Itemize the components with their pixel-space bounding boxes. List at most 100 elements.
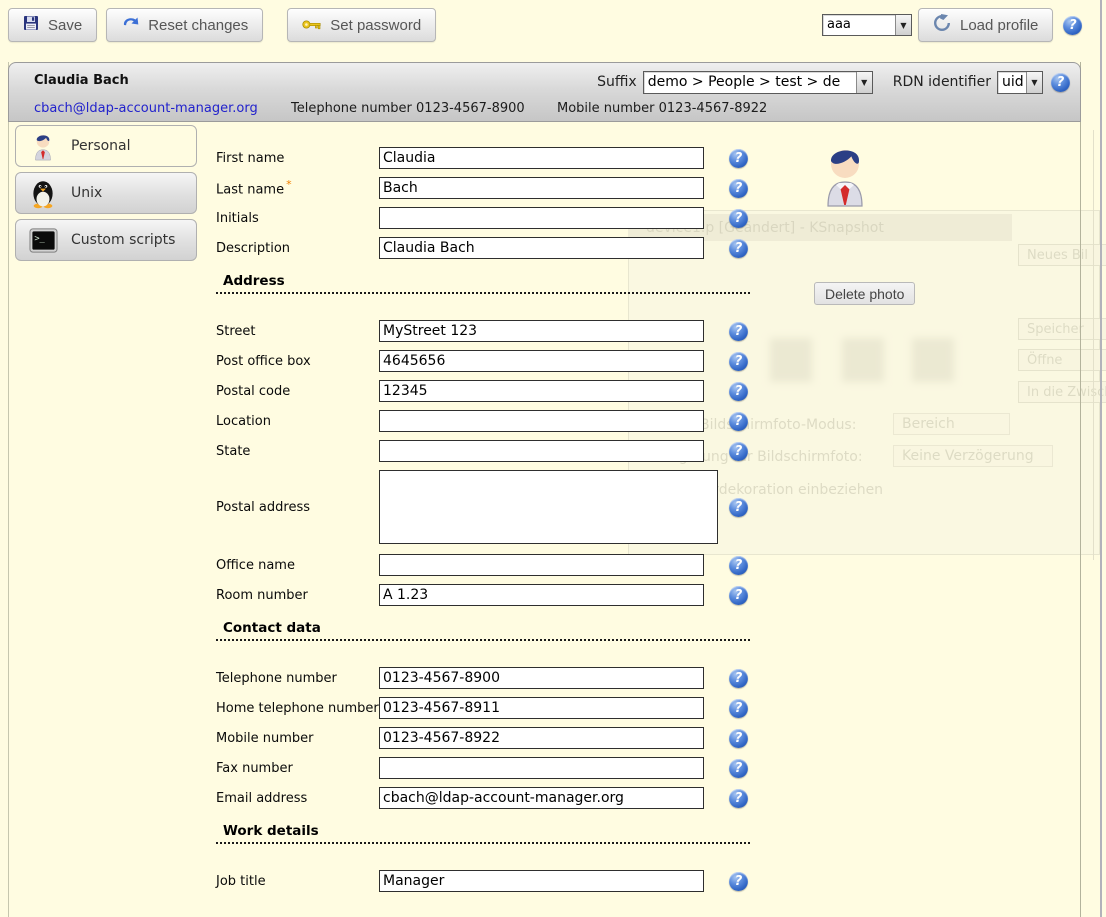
form-row-job-title: Job title?	[216, 870, 750, 892]
section-header-contact-data: Contact data	[216, 620, 750, 641]
telephone-number-label: Telephone number	[216, 671, 379, 686]
tux-penguin-icon	[27, 177, 59, 209]
last-name-help-icon[interactable]: ?	[729, 179, 748, 198]
toolbar: Save Reset changes Set password aaa ▼ Lo…	[0, 0, 1106, 56]
form-row-room-number: Room number?	[216, 584, 750, 606]
postal-code-help-icon[interactable]: ?	[729, 382, 748, 401]
office-name-input[interactable]	[379, 554, 704, 576]
tab-custom-scripts[interactable]: >_ Custom scripts	[15, 219, 197, 261]
initials-label: Initials	[216, 211, 379, 226]
job-title-input[interactable]	[379, 870, 704, 892]
mobile-number-help-icon[interactable]: ?	[729, 729, 748, 748]
rdn-identifier-select[interactable]: uid ▼	[997, 71, 1043, 94]
state-help-icon[interactable]: ?	[729, 442, 748, 461]
form-row-location: Location?	[216, 410, 750, 432]
form-row-state: State?	[216, 440, 750, 462]
rdn-help-icon[interactable]: ?	[1051, 73, 1070, 92]
set-password-button[interactable]: Set password	[287, 8, 436, 42]
last-name-label: Last name*	[216, 178, 379, 197]
suffix-label: Suffix	[597, 74, 637, 90]
office-name-help-icon[interactable]: ?	[729, 556, 748, 575]
fax-number-help-icon[interactable]: ?	[729, 759, 748, 778]
state-input[interactable]	[379, 440, 704, 462]
header-mobile-text: Mobile number 0123-4567-8922	[557, 101, 767, 116]
first-name-help-icon[interactable]: ?	[729, 149, 748, 168]
form-row-mobile-number: Mobile number?	[216, 727, 750, 749]
office-name-label: Office name	[216, 558, 379, 573]
location-input[interactable]	[379, 410, 704, 432]
profile-select[interactable]: aaa ▼	[822, 14, 912, 36]
job-title-help-icon[interactable]: ?	[729, 872, 748, 891]
reset-changes-button[interactable]: Reset changes	[106, 8, 263, 42]
email-address-help-icon[interactable]: ?	[729, 789, 748, 808]
email-address-input[interactable]	[379, 787, 704, 809]
location-help-icon[interactable]: ?	[729, 412, 748, 431]
post-office-box-label: Post office box	[216, 354, 379, 369]
reload-circle-icon	[933, 14, 951, 36]
room-number-help-icon[interactable]: ?	[729, 586, 748, 605]
key-icon	[302, 17, 321, 34]
tab-unix-label: Unix	[71, 185, 102, 201]
job-title-label: Job title	[216, 874, 379, 889]
mobile-number-input[interactable]	[379, 727, 704, 749]
post-office-box-help-icon[interactable]: ?	[729, 352, 748, 371]
save-button[interactable]: Save	[8, 8, 97, 42]
location-label: Location	[216, 414, 379, 429]
home-telephone-number-input[interactable]	[379, 697, 704, 719]
chevron-down-icon: ▼	[856, 72, 872, 93]
load-profile-button[interactable]: Load profile	[918, 8, 1053, 42]
window-edge-line	[1100, 0, 1102, 917]
last-name-input[interactable]	[379, 177, 704, 199]
toolbar-help-icon[interactable]: ?	[1063, 16, 1082, 35]
form-row-postal-address: Postal address?	[216, 470, 750, 544]
street-input[interactable]	[379, 320, 704, 342]
tab-personal[interactable]: Personal	[15, 125, 197, 167]
telephone-number-help-icon[interactable]: ?	[729, 669, 748, 688]
required-asterisk: *	[286, 178, 292, 191]
initials-help-icon[interactable]: ?	[729, 209, 748, 228]
header-phone-text: Telephone number 0123-4567-8900	[291, 101, 525, 116]
floppy-disk-icon	[23, 15, 39, 35]
form-row-first-name: First name?	[216, 147, 750, 169]
form-row-post-office-box: Post office box?	[216, 350, 750, 372]
postal-address-help-icon[interactable]: ?	[729, 498, 748, 517]
email-link[interactable]: cbach@ldap-account-manager.org	[34, 101, 258, 116]
terminal-icon: >_	[27, 224, 59, 256]
postal-address-input[interactable]	[379, 470, 718, 544]
form-row-email-address: Email address?	[216, 787, 750, 809]
postal-code-input[interactable]	[379, 380, 704, 402]
fax-number-input[interactable]	[379, 757, 704, 779]
first-name-input[interactable]	[379, 147, 704, 169]
tab-custom-scripts-label: Custom scripts	[71, 232, 175, 248]
telephone-number-input[interactable]	[379, 667, 704, 689]
post-office-box-input[interactable]	[379, 350, 704, 372]
form-row-last-name: Last name*?	[216, 177, 750, 199]
state-label: State	[216, 444, 379, 459]
chevron-down-icon: ▼	[1026, 72, 1042, 93]
tab-personal-label: Personal	[71, 138, 131, 154]
person-icon	[27, 130, 59, 162]
street-help-icon[interactable]: ?	[729, 322, 748, 341]
form-row-fax-number: Fax number?	[216, 757, 750, 779]
svg-text:>_: >_	[34, 233, 45, 243]
initials-input[interactable]	[379, 207, 704, 229]
rdn-identifier-label: RDN identifier	[893, 74, 991, 90]
user-photo	[822, 143, 868, 211]
description-help-icon[interactable]: ?	[729, 239, 748, 258]
account-subheader: cbach@ldap-account-manager.org Telephone…	[9, 96, 1080, 122]
home-telephone-number-help-icon[interactable]: ?	[729, 699, 748, 718]
description-input[interactable]	[379, 237, 704, 259]
suffix-select[interactable]: demo > People > test > de ▼	[643, 71, 873, 94]
form-row-telephone-number: Telephone number?	[216, 667, 750, 689]
room-number-input[interactable]	[379, 584, 704, 606]
module-tabs: Personal Unix >_ Custom scripts	[15, 125, 199, 266]
description-label: Description	[216, 241, 379, 256]
undo-arrow-icon	[121, 16, 139, 35]
form-row-home-telephone-number: Home telephone number?	[216, 697, 750, 719]
email-address-label: Email address	[216, 791, 379, 806]
room-number-label: Room number	[216, 588, 379, 603]
delete-photo-button[interactable]: Delete photo	[814, 282, 915, 305]
tab-unix[interactable]: Unix	[15, 172, 197, 214]
mobile-number-label: Mobile number	[216, 731, 379, 746]
postal-code-label: Postal code	[216, 384, 379, 399]
